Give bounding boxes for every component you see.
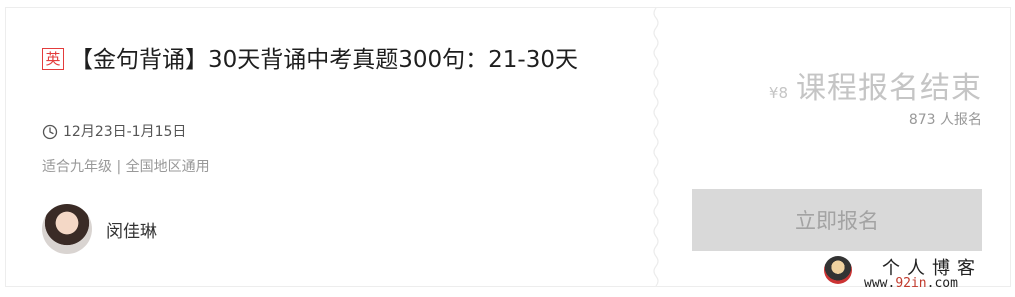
date-range: 12月23日-1月15日 xyxy=(63,124,187,140)
course-meta: 适合九年级 | 全国地区通用 xyxy=(42,159,210,175)
teacher-name[interactable]: 闵佳琳 xyxy=(106,217,157,242)
watermark-logo-icon xyxy=(824,256,852,284)
ticket-divider xyxy=(653,8,659,286)
teacher[interactable]: 闵佳琳 xyxy=(42,204,157,254)
course-date: 12月23日-1月15日 xyxy=(42,122,186,142)
course-title[interactable]: 【金句背诵】30天背诵中考真题300句：21-30天 xyxy=(70,47,578,73)
course-title-row[interactable]: 英【金句背诵】30天背诵中考真题300句：21-30天 xyxy=(42,44,612,76)
course-card[interactable]: 英【金句背诵】30天背诵中考真题300句：21-30天 12月23日-1月15日… xyxy=(5,7,1011,287)
enroll-button[interactable]: 立即报名 xyxy=(692,189,982,251)
watermark: 个人博客 www.92in.com xyxy=(820,254,1015,294)
clock-icon xyxy=(42,124,58,140)
watermark-url-accent: 92in xyxy=(895,276,927,291)
course-info: 英【金句背诵】30天背诵中考真题300句：21-30天 12月23日-1月15日… xyxy=(42,8,622,286)
subject-badge: 英 xyxy=(42,48,64,70)
avatar[interactable] xyxy=(42,204,92,254)
price-status-row: ¥8 课程报名结束 xyxy=(769,63,982,107)
watermark-url-suffix: .com xyxy=(926,276,958,291)
watermark-url: www.92in.com xyxy=(864,276,958,291)
signup-panel: ¥8 课程报名结束 873 人报名 立即报名 xyxy=(666,8,982,286)
enroll-count: 873 人报名 xyxy=(908,112,982,128)
watermark-url-prefix: www. xyxy=(864,276,896,291)
price: ¥8 xyxy=(768,84,788,102)
signup-status: 课程报名结束 xyxy=(796,71,982,106)
